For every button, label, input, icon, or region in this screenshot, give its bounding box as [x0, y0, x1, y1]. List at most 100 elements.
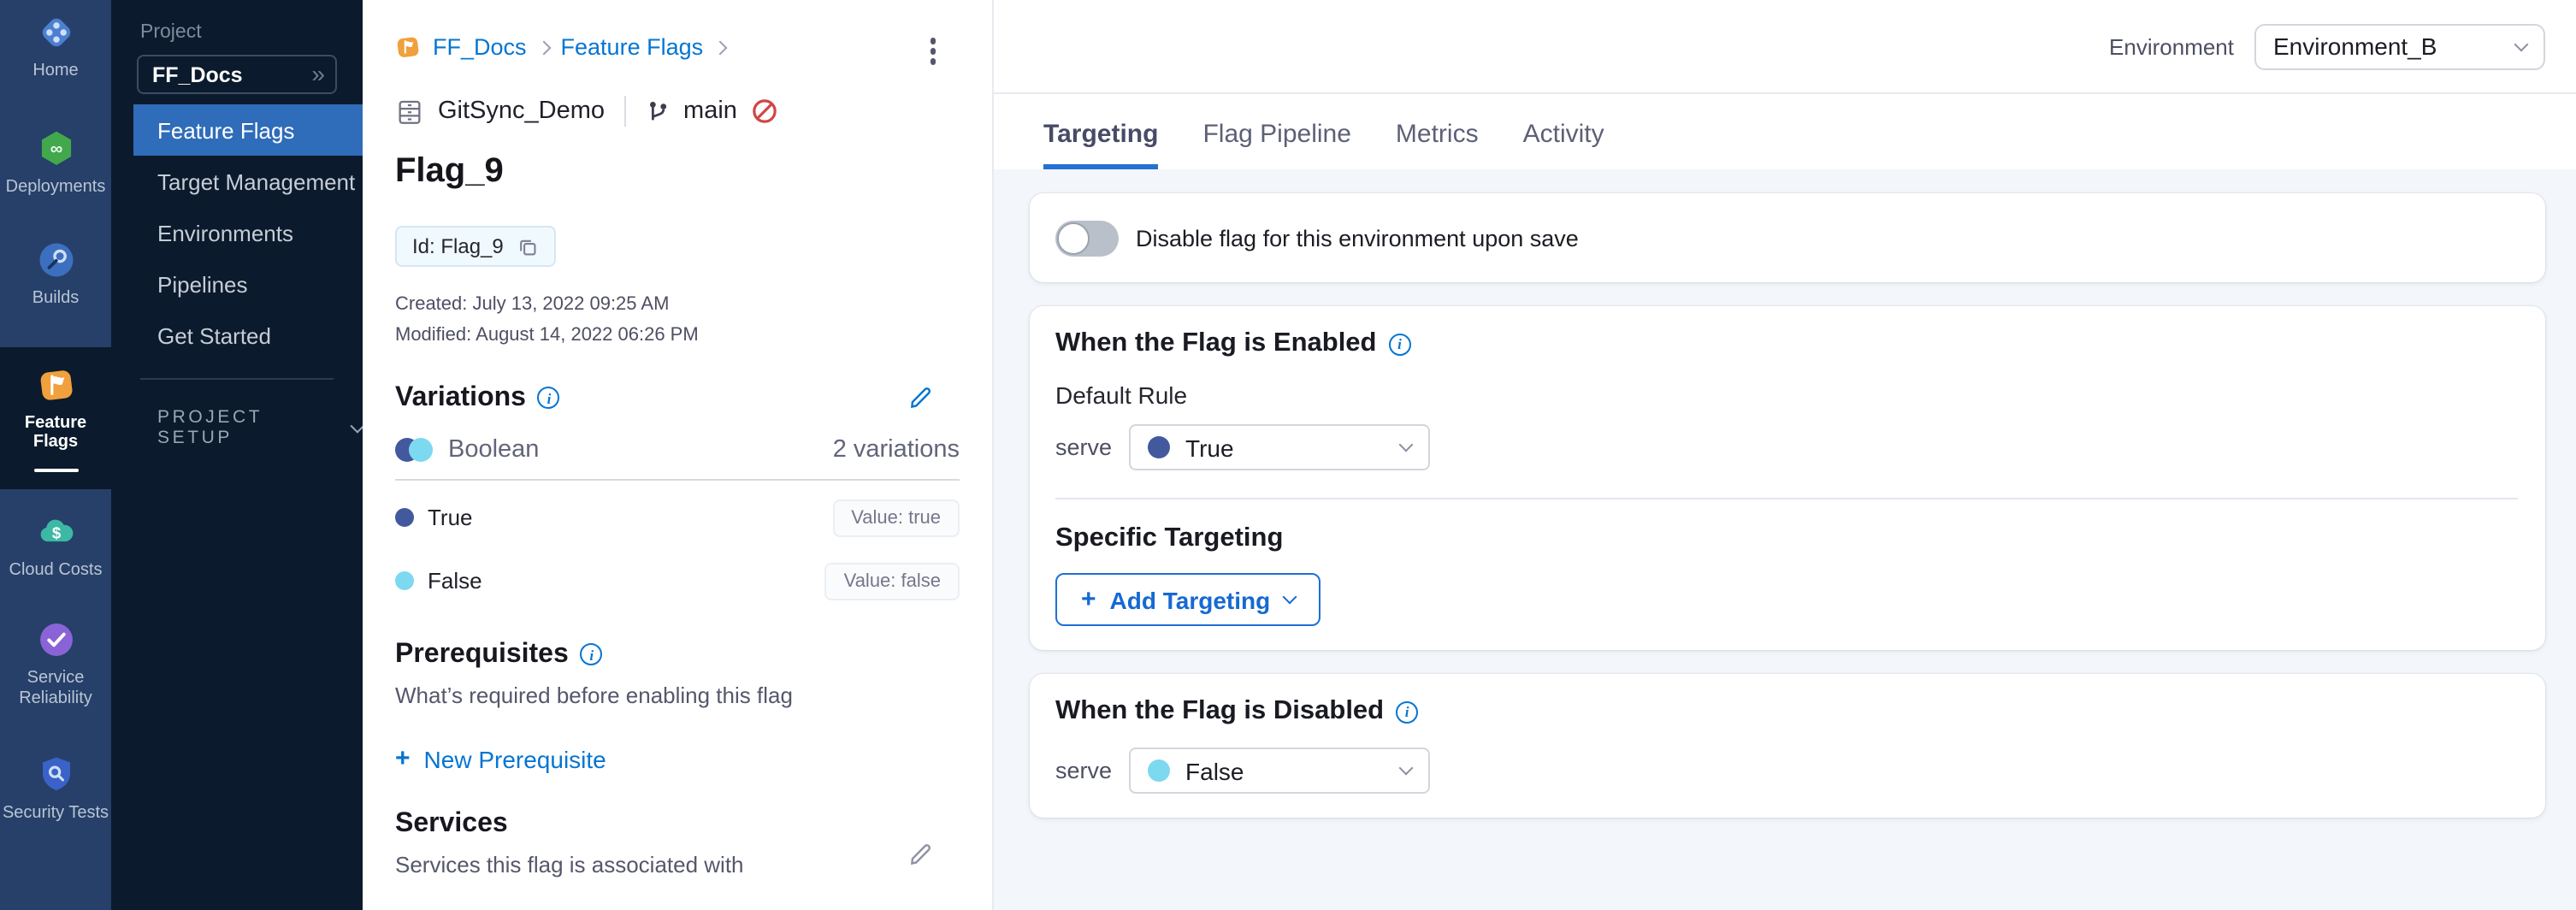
environment-value: Environment_B — [2273, 32, 2437, 60]
project-setup-toggle[interactable]: PROJECT SETUP — [157, 407, 363, 448]
specific-targeting-heading: Specific Targeting — [1055, 523, 2518, 554]
default-rule-label: Default Rule — [1055, 381, 2518, 409]
tab-targeting[interactable]: Targeting — [1043, 120, 1158, 169]
environment-panel: Environment Environment_B Targeting Flag… — [994, 0, 2576, 910]
rail-item-builds[interactable]: Builds — [0, 238, 111, 309]
divider — [623, 96, 625, 127]
rail-item-feature-flags[interactable]: Feature Flags — [0, 346, 111, 488]
breadcrumb: FF_Docs Feature Flags — [395, 34, 960, 60]
project-setup-label: PROJECT SETUP — [157, 407, 336, 448]
security-tests-icon — [33, 753, 78, 797]
pencil-icon — [907, 384, 934, 411]
selected-variation: True — [1148, 434, 1234, 461]
variation-row-true: True Value: true — [395, 499, 960, 536]
edit-services-button[interactable] — [907, 841, 934, 868]
project-nav: Feature Flags Target Management Environm… — [111, 104, 363, 361]
variation-type-label: Boolean — [448, 435, 539, 463]
sidebar-item-feature-flags[interactable]: Feature Flags — [133, 104, 363, 156]
rail-label: Cloud Costs — [9, 560, 103, 580]
flag-modified: Modified: August 14, 2022 06:26 PM — [395, 322, 960, 352]
project-name: FF_Docs — [152, 62, 243, 86]
rail-label: Security Tests — [3, 804, 109, 824]
project-sidebar: Project FF_Docs » Feature Flags Target M… — [111, 0, 363, 910]
targeting-content: Disable flag for this environment upon s… — [994, 169, 2576, 910]
flag-disabled-card: When the Flag is Disabled i serve False — [1030, 674, 2545, 818]
tab-flag-pipeline[interactable]: Flag Pipeline — [1202, 120, 1350, 169]
copy-icon[interactable] — [517, 236, 540, 258]
variation-value-badge: Value: true — [832, 499, 960, 536]
flag-enabled-card: When the Flag is Enabled i Default Rule … — [1030, 306, 2545, 650]
disabled-heading: When the Flag is Disabled — [1055, 696, 1384, 727]
info-icon[interactable]: i — [581, 643, 603, 665]
edit-variations-button[interactable] — [907, 384, 934, 411]
serve-row-disabled: serve False — [1055, 748, 2518, 794]
tab-activity[interactable]: Activity — [1523, 120, 1604, 169]
flag-options-menu-button[interactable] — [926, 34, 939, 68]
variation-name: False — [428, 568, 482, 594]
prerequisites-heading: Prerequisites — [395, 639, 569, 670]
app-root: Home ∞ Deployments Builds Feature Flags … — [0, 0, 2576, 910]
chevron-right-icon — [713, 40, 728, 55]
module-rail: Home ∞ Deployments Builds Feature Flags … — [0, 0, 111, 910]
flag-id-chip: Id: Flag_9 — [395, 227, 557, 268]
environment-header: Environment Environment_B — [994, 0, 2576, 94]
rail-item-security-tests[interactable]: Security Tests — [0, 753, 111, 824]
rail-label: Home — [32, 62, 78, 81]
git-sync-disabled-ban-icon — [751, 98, 778, 125]
flag-tabs: Targeting Flag Pipeline Metrics Activity — [994, 94, 2576, 169]
boolean-type-icon — [395, 437, 433, 461]
project-selector[interactable]: FF_Docs » — [137, 55, 337, 94]
sidebar-item-get-started[interactable]: Get Started — [111, 310, 363, 361]
variation-name: True — [428, 505, 473, 530]
sidebar-item-target-management[interactable]: Target Management — [111, 156, 363, 207]
enabled-heading: When the Flag is Enabled — [1055, 328, 1377, 359]
tab-metrics[interactable]: Metrics — [1396, 120, 1479, 169]
rail-label: Feature Flags — [0, 413, 111, 452]
environment-label: Environment — [2109, 33, 2234, 59]
services-heading-group: Services — [395, 808, 744, 839]
new-prerequisite-label: New Prerequisite — [424, 745, 606, 772]
serve-variation-select-disabled[interactable]: False — [1129, 748, 1430, 794]
serve-value: True — [1185, 434, 1234, 461]
environment-select[interactable]: Environment_B — [2254, 23, 2545, 69]
add-targeting-button[interactable]: + Add Targeting — [1055, 573, 1320, 626]
breadcrumb-link-project[interactable]: FF_Docs — [433, 34, 527, 60]
variation-value-badge: Value: false — [825, 562, 960, 600]
variations-heading: Variations — [395, 382, 526, 413]
serve-value: False — [1185, 757, 1244, 784]
variation-type: Boolean — [395, 435, 539, 463]
rail-label: Builds — [32, 289, 80, 309]
variation-type-row: Boolean 2 variations — [395, 435, 960, 463]
new-prerequisite-button[interactable]: + New Prerequisite — [395, 745, 960, 772]
svg-text:$: $ — [51, 523, 61, 541]
services-heading: Services — [395, 808, 508, 839]
pencil-icon — [907, 841, 934, 868]
rail-item-service-reliability[interactable]: Service Reliability — [0, 618, 111, 708]
disable-flag-toggle[interactable] — [1055, 220, 1119, 256]
rail-item-deployments[interactable]: ∞ Deployments — [0, 126, 111, 197]
sidebar-item-environments[interactable]: Environments — [111, 207, 363, 258]
info-icon[interactable]: i — [1389, 333, 1411, 355]
rail-item-home[interactable]: Home — [0, 10, 111, 81]
breadcrumb-link-feature-flags[interactable]: Feature Flags — [561, 34, 704, 60]
feature-flags-icon — [33, 362, 78, 406]
git-branch-name: main — [683, 98, 737, 125]
sidebar-divider — [140, 378, 334, 380]
chevron-down-icon — [1399, 761, 1414, 776]
variation-row-false: False Value: false — [395, 562, 960, 600]
rail-item-cloud-costs[interactable]: $ Cloud Costs — [0, 509, 111, 580]
chevron-down-icon — [1282, 590, 1297, 605]
flag-created: Created: July 13, 2022 09:25 AM — [395, 292, 960, 322]
serve-label: serve — [1055, 434, 1112, 460]
services-header-row: Services Services this flag is associate… — [395, 808, 960, 877]
divider — [1055, 498, 2518, 499]
deployments-icon: ∞ — [33, 126, 78, 170]
info-icon[interactable]: i — [538, 387, 560, 409]
serve-variation-select-enabled[interactable]: True — [1129, 424, 1430, 470]
variations-header-row: Variations i — [395, 382, 960, 413]
enabled-heading-group: When the Flag is Enabled i — [1055, 328, 2518, 359]
info-icon[interactable]: i — [1396, 700, 1418, 723]
sidebar-item-pipelines[interactable]: Pipelines — [111, 258, 363, 310]
feature-flags-mini-icon — [395, 34, 421, 60]
add-targeting-label: Add Targeting — [1110, 586, 1271, 613]
